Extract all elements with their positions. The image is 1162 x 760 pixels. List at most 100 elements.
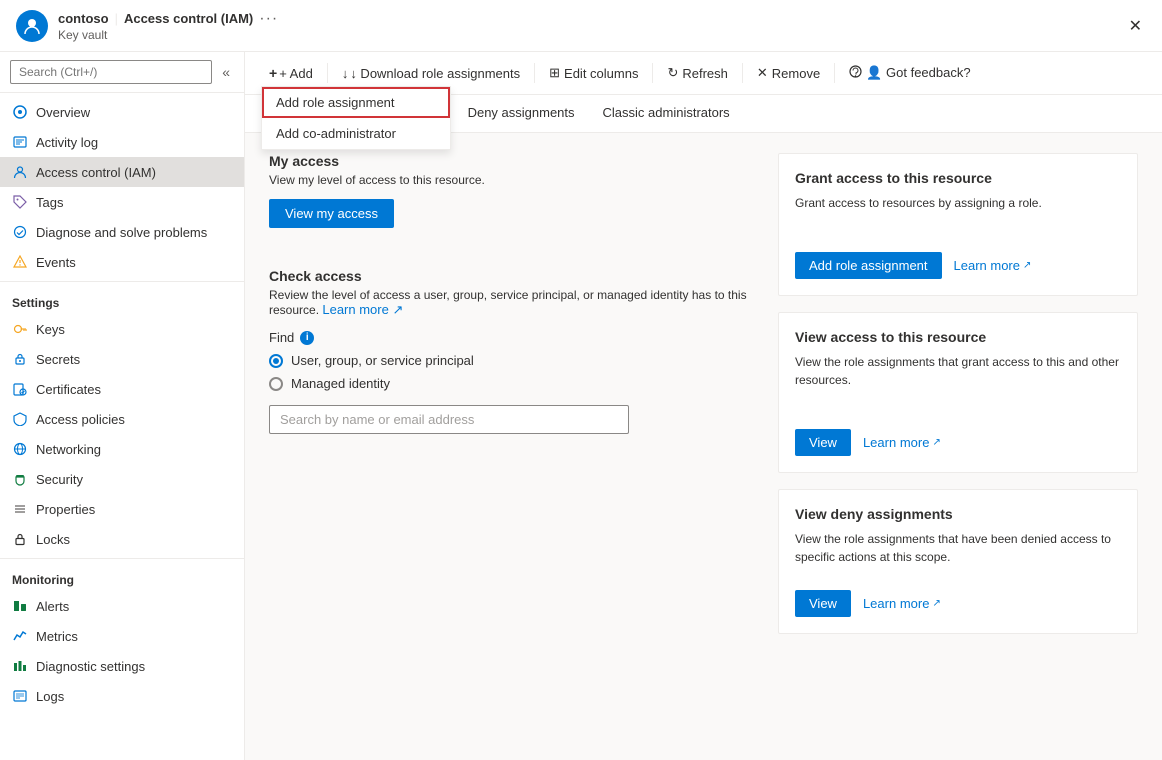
toolbar-sep-3 [652,63,653,83]
sidebar-item-certificates-label: Certificates [36,382,101,397]
add-co-administrator-label: Add co-administrator [276,126,396,141]
left-panel: My access View my level of access to thi… [269,153,754,740]
sidebar-item-tags-label: Tags [36,195,63,210]
view-access-learn-more-link[interactable]: Learn more ↗ [863,435,941,450]
sidebar-item-access-policies[interactable]: Access policies [0,404,244,434]
sidebar-item-access-control[interactable]: Access control (IAM) [0,157,244,187]
remove-icon: ✕ [757,65,768,81]
sidebar-item-keys[interactable]: Keys [0,314,244,344]
add-button-label: + Add [279,66,313,81]
resource-name: contoso [58,11,109,26]
sidebar-item-security[interactable]: Security [0,464,244,494]
view-access-button[interactable]: View [795,429,851,456]
refresh-button[interactable]: ↻ Refresh [659,60,735,86]
content-body: My access View my level of access to thi… [245,133,1162,760]
dropdown-add-co-administrator[interactable]: Add co-administrator [262,118,450,149]
view-my-access-button[interactable]: View my access [269,199,394,228]
view-deny-button[interactable]: View [795,590,851,617]
view-access-learn-more-text: Learn more [863,435,929,450]
sidebar-item-logs[interactable]: Logs [0,681,244,711]
top-header: contoso | Access control (IAM) ··· Key v… [0,0,1162,52]
monitoring-divider [0,558,244,559]
edit-columns-button[interactable]: ⊞ Edit columns [541,60,646,86]
sidebar-item-locks[interactable]: Locks [0,524,244,554]
radio-managed-identity[interactable]: Managed identity [269,376,754,391]
sidebar-item-iam-label: Access control (IAM) [36,165,156,180]
sidebar-item-networking[interactable]: Networking [0,434,244,464]
header-separator: | [115,11,118,26]
grant-access-external-icon: ↗ [1023,260,1031,271]
search-input[interactable] [10,60,212,84]
edit-columns-label: Edit columns [564,66,638,81]
radio-user-group-label: User, group, or service principal [291,353,474,368]
check-access-search-input[interactable] [269,405,629,434]
download-icon: ↓ [342,66,349,81]
toolbar-sep-5 [834,63,835,83]
close-button[interactable]: ✕ [1125,12,1146,40]
toolbar-sep-1 [327,63,328,83]
grant-access-card: Grant access to this resource Grant acce… [778,153,1138,296]
add-plus-icon: + [269,65,277,81]
keys-icon [12,321,28,337]
access-control-icon [12,164,28,180]
sidebar-item-metrics[interactable]: Metrics [0,621,244,651]
add-role-assignment-label: Add role assignment [276,95,395,110]
dropdown-add-role-assignment[interactable]: Add role assignment [262,87,450,118]
add-button[interactable]: + + Add [261,60,321,86]
sidebar-collapse-button[interactable]: « [218,60,234,84]
my-access-description: View my level of access to this resource… [269,173,754,187]
remove-button[interactable]: ✕ Remove [749,60,828,86]
grant-access-card-title: Grant access to this resource [795,170,1121,186]
sidebar-item-diagnose[interactable]: Diagnose and solve problems [0,217,244,247]
find-label: Find [269,330,294,345]
content-area: + + Add Add role assignment Add co-admin… [245,52,1162,760]
page-title: Access control (IAM) [124,11,253,26]
sidebar-item-locks-label: Locks [36,532,70,547]
view-deny-learn-more-link[interactable]: Learn more ↗ [863,596,941,611]
networking-icon [12,441,28,457]
download-label: ↓ Download role assignments [350,66,520,81]
access-policies-icon [12,411,28,427]
certificates-icon [12,381,28,397]
sidebar-item-security-label: Security [36,472,83,487]
sidebar-item-activity-log[interactable]: Activity log [0,127,244,157]
activity-log-icon [12,134,28,150]
grant-access-learn-more-link[interactable]: Learn more ↗ [954,258,1032,273]
tab-deny-assignments[interactable]: Deny assignments [454,95,589,132]
sidebar-item-diagnostic-settings-label: Diagnostic settings [36,659,145,674]
sidebar-item-overview[interactable]: Overview [0,97,244,127]
my-access-section: My access View my level of access to thi… [269,153,754,248]
refresh-label: Refresh [682,66,728,81]
sidebar-item-diagnostic-settings[interactable]: Diagnostic settings [0,651,244,681]
grant-access-add-role-button[interactable]: Add role assignment [795,252,942,279]
grant-access-card-desc: Grant access to resources by assigning a… [795,194,1121,212]
radio-group: User, group, or service principal Manage… [269,353,754,391]
ellipsis-button[interactable]: ··· [259,10,278,28]
sidebar-item-tags[interactable]: Tags [0,187,244,217]
sidebar-item-events[interactable]: Events [0,247,244,277]
sidebar-item-keys-label: Keys [36,322,65,337]
feedback-label: 👤 Got feedback? [866,65,970,81]
tab-classic-administrators-label: Classic administrators [603,105,730,120]
edit-columns-icon: ⊞ [549,65,560,81]
radio-managed-identity-label: Managed identity [291,376,390,391]
sidebar-item-alerts[interactable]: Alerts [0,591,244,621]
check-access-section: Check access Review the level of access … [269,268,754,434]
radio-user-group[interactable]: User, group, or service principal [269,353,754,368]
tab-classic-administrators[interactable]: Classic administrators [589,95,744,132]
header-subtitle: Key vault [58,28,1115,42]
sidebar-item-properties[interactable]: Properties [0,494,244,524]
sidebar-item-certificates[interactable]: Certificates [0,374,244,404]
monitoring-section-label: Monitoring [0,563,244,591]
find-info-icon[interactable]: i [300,331,314,345]
grant-access-card-footer: Add role assignment Learn more ↗ [795,252,1121,279]
sidebar-item-secrets[interactable]: Secrets [0,344,244,374]
view-deny-external-icon: ↗ [932,598,940,609]
my-access-title: My access [269,153,754,169]
check-access-learn-more-link[interactable]: Learn more ↗ [322,302,403,317]
header-avatar [16,10,48,42]
find-row: Find i [269,330,754,345]
remove-label: Remove [772,66,820,81]
download-role-assignments-button[interactable]: ↓ ↓ Download role assignments [334,61,528,86]
feedback-button[interactable]: 👤 Got feedback? [841,60,978,86]
